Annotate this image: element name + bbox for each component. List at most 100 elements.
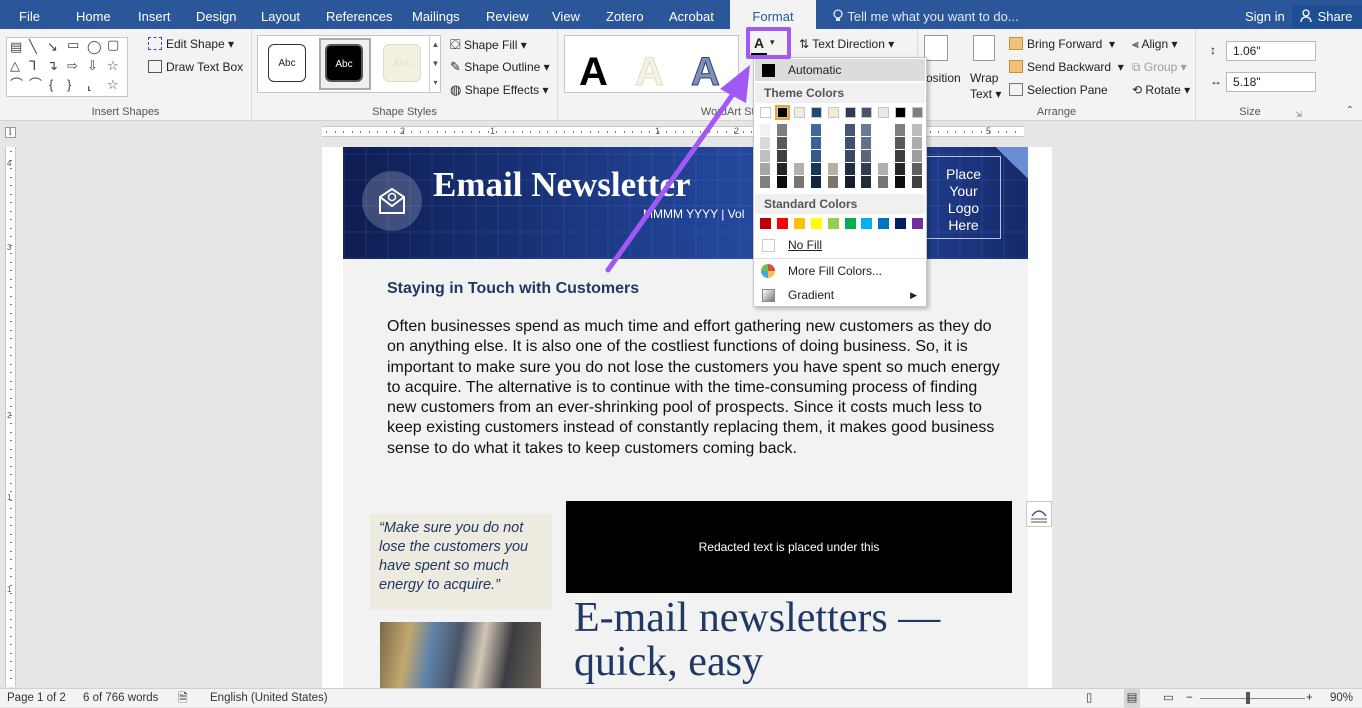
rectangle-shape-icon[interactable]: ▭ <box>67 38 79 52</box>
share-button[interactable]: Share <box>1292 5 1362 28</box>
align-button[interactable]: ⫷ Align ▾ <box>1132 35 1178 53</box>
triangle-shape-icon[interactable]: △ <box>10 59 20 73</box>
language[interactable]: English (United States) <box>210 689 328 708</box>
gradient-option[interactable]: Gradient ▶ <box>755 284 925 306</box>
theme-shade-2-2[interactable] <box>793 150 804 162</box>
theme-shade-2-1[interactable] <box>793 137 804 149</box>
theme-shade-7-4[interactable] <box>878 176 889 188</box>
shape-effects-button[interactable]: ◍ Shape Effects ▾ <box>450 81 549 99</box>
text-box-shape-icon[interactable]: ▤ <box>10 40 22 54</box>
elbow-arrow-icon[interactable]: ↴ <box>47 59 58 73</box>
theme-shade-1-4[interactable] <box>776 176 787 188</box>
standard-swatch-3[interactable] <box>810 218 822 229</box>
theme-shade-1-0[interactable] <box>776 124 787 136</box>
theme-shade-5-3[interactable] <box>844 163 855 175</box>
tab-file[interactable]: File <box>19 0 40 29</box>
selection-pane-button[interactable]: Selection Pane <box>1009 81 1108 99</box>
section-heading[interactable]: Staying in Touch with Customers <box>387 280 639 298</box>
automatic-color-option[interactable]: Automatic <box>755 59 925 81</box>
theme-shade-1-1[interactable] <box>776 137 787 149</box>
tab-insert[interactable]: Insert <box>138 0 171 29</box>
send-backward-button[interactable]: Send Backward ▾ <box>1009 58 1124 76</box>
tab-mailings[interactable]: Mailings <box>412 0 460 29</box>
rounded-rect-shape-icon[interactable]: ▢ <box>107 38 119 52</box>
theme-shade-3-2[interactable] <box>810 150 821 162</box>
standard-swatch-7[interactable] <box>878 218 890 229</box>
redacted-box[interactable]: Redacted text is placed under this <box>566 501 1012 593</box>
text-direction-button[interactable]: ⇅ Text Direction ▾ <box>799 35 894 53</box>
theme-shade-8-2[interactable] <box>895 150 906 162</box>
tab-zotero[interactable]: Zotero <box>606 0 644 29</box>
theme-shade-3-1[interactable] <box>810 137 821 149</box>
theme-shade-8-0[interactable] <box>895 124 906 136</box>
wrap-text-icon[interactable] <box>973 35 995 61</box>
theme-shade-9-2[interactable] <box>912 150 923 162</box>
bracket-icon[interactable]: ⸤ <box>87 78 92 92</box>
vertical-ruler[interactable]: 4 3 2 1 1 <box>5 147 16 687</box>
star-outline-icon[interactable]: ☆ <box>107 78 119 92</box>
theme-shade-2-3[interactable] <box>793 163 804 175</box>
proofing-icon[interactable]: 🗎 <box>178 689 188 708</box>
theme-swatch-6[interactable] <box>861 107 873 118</box>
brace-right-icon[interactable]: } <box>67 78 71 92</box>
zoom-out-button[interactable]: − <box>1186 689 1193 708</box>
oval-shape-icon[interactable]: ◯ <box>87 40 102 54</box>
theme-shade-6-4[interactable] <box>861 176 872 188</box>
tab-view[interactable]: View <box>552 0 580 29</box>
shapes-gallery[interactable]: ▤ ╲ ↘ ▭ ◯ ▢ △ ⅂ ↴ ⇨ ⇩ ☆ ⌒ ⌒ { } ⸤ ☆ <box>6 37 128 97</box>
theme-shade-3-3[interactable] <box>810 163 821 175</box>
theme-shade-8-4[interactable] <box>895 176 906 188</box>
theme-shade-7-0[interactable] <box>878 124 889 136</box>
theme-shade-9-4[interactable] <box>912 176 923 188</box>
standard-swatch-6[interactable] <box>861 218 873 229</box>
standard-swatch-8[interactable] <box>895 218 907 229</box>
tab-selector-icon[interactable]: ⌊ <box>5 127 16 138</box>
style-white[interactable]: Abc <box>268 44 306 82</box>
size-dialog-launcher-icon[interactable]: ⇲ <box>1295 110 1302 119</box>
group-button[interactable]: ⧉ Group ▾ <box>1132 58 1187 76</box>
star-shape-icon[interactable]: ☆ <box>107 59 119 73</box>
theme-shade-2-0[interactable] <box>793 124 804 136</box>
theme-shade-6-0[interactable] <box>861 124 872 136</box>
theme-shade-9-0[interactable] <box>912 124 923 136</box>
print-layout-icon[interactable]: ▤ <box>1124 689 1140 708</box>
shape-height-input[interactable]: 1.06" <box>1226 41 1316 61</box>
logo-placeholder[interactable]: Place Your Logo Here <box>926 156 1001 239</box>
web-layout-icon[interactable]: ▭ <box>1163 689 1174 708</box>
arrow-line-shape-icon[interactable]: ↘ <box>47 40 58 54</box>
theme-shade-8-1[interactable] <box>895 137 906 149</box>
worker-photo[interactable] <box>380 622 541 688</box>
zoom-slider-track[interactable] <box>1200 698 1305 699</box>
tab-design[interactable]: Design <box>196 0 236 29</box>
theme-shade-5-1[interactable] <box>844 137 855 149</box>
theme-swatch-5[interactable] <box>844 107 856 118</box>
no-fill-option[interactable]: No Fill <box>755 234 925 256</box>
standard-swatch-1[interactable] <box>776 218 788 229</box>
theme-swatch-8[interactable] <box>895 107 907 118</box>
theme-shade-1-2[interactable] <box>776 150 787 162</box>
theme-shade-3-4[interactable] <box>810 176 821 188</box>
read-mode-icon[interactable]: ▯ <box>1086 689 1092 708</box>
theme-swatch-4[interactable] <box>827 107 839 118</box>
theme-shade-8-3[interactable] <box>895 163 906 175</box>
collapse-ribbon-icon[interactable]: ⌃ <box>1346 105 1354 116</box>
theme-shade-4-0[interactable] <box>827 124 838 136</box>
layout-options-button[interactable] <box>1026 501 1052 527</box>
freeform-shape-icon[interactable]: ⌒ <box>10 78 23 92</box>
pull-quote[interactable]: “Make sure you do not lose the customers… <box>370 514 552 610</box>
standard-swatch-4[interactable] <box>827 218 839 229</box>
theme-shade-6-1[interactable] <box>861 137 872 149</box>
theme-shade-4-2[interactable] <box>827 150 838 162</box>
theme-swatch-3[interactable] <box>810 107 822 118</box>
standard-swatch-5[interactable] <box>844 218 856 229</box>
style-tan[interactable]: Abc <box>383 44 421 82</box>
word-count[interactable]: 6 of 766 words <box>83 689 158 708</box>
theme-shade-4-3[interactable] <box>827 163 838 175</box>
tab-references[interactable]: References <box>326 0 392 29</box>
standard-swatch-2[interactable] <box>793 218 805 229</box>
theme-shade-6-3[interactable] <box>861 163 872 175</box>
gallery-scroll[interactable]: ▲ ▼ ▾ <box>429 35 441 93</box>
rotate-button[interactable]: ⟲ Rotate ▾ <box>1132 81 1190 99</box>
theme-shade-4-4[interactable] <box>827 176 838 188</box>
theme-shade-7-2[interactable] <box>878 150 889 162</box>
